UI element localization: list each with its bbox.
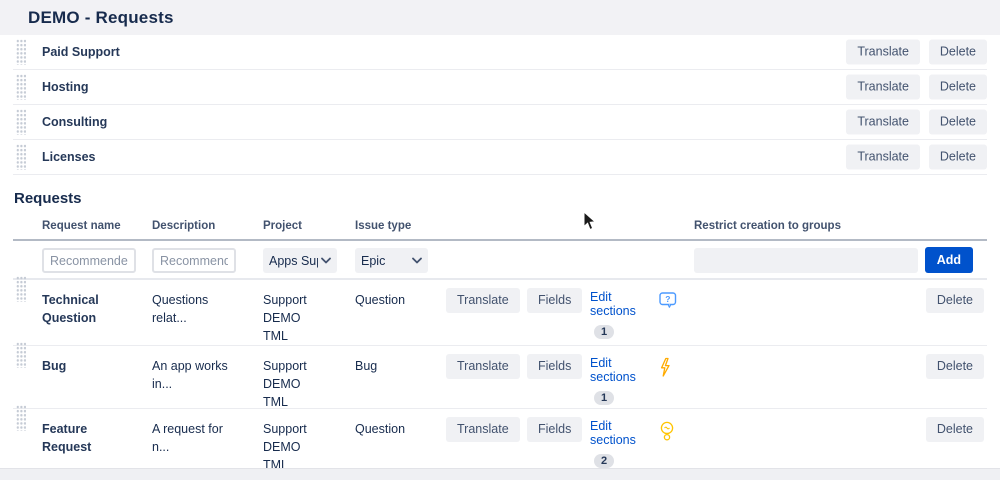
request-issue-type: Bug xyxy=(355,357,437,375)
drag-handle-icon[interactable] xyxy=(16,109,26,135)
translate-button[interactable]: Translate xyxy=(446,354,520,379)
request-row-bug: Bug An app works in... Support DEMO TML … xyxy=(13,346,987,409)
table-header-row: Request name Description Project Issue t… xyxy=(13,215,987,241)
project-select[interactable]: Apps Supp xyxy=(263,248,337,273)
request-description: Questions relat... xyxy=(152,291,232,327)
drag-handle-icon[interactable] xyxy=(16,144,26,170)
column-header-project: Project xyxy=(263,220,302,232)
translate-button[interactable]: Translate xyxy=(846,145,920,170)
request-project: Support DEMO TML xyxy=(263,357,327,411)
request-description: A request for n... xyxy=(152,420,232,456)
delete-button[interactable]: Delete xyxy=(929,75,987,100)
fields-button[interactable]: Fields xyxy=(527,417,582,442)
page-title: DEMO - Requests xyxy=(28,8,174,28)
section-row-paid-support: Paid Support Translate Delete xyxy=(13,35,987,70)
delete-button[interactable]: Delete xyxy=(929,40,987,65)
delete-button[interactable]: Delete xyxy=(926,354,984,379)
translate-button[interactable]: Translate xyxy=(846,40,920,65)
drag-handle-icon[interactable] xyxy=(16,74,26,100)
edit-sections-link[interactable]: Edit sections xyxy=(590,419,648,448)
footer-band xyxy=(0,468,1000,480)
translate-button[interactable]: Translate xyxy=(446,417,520,442)
request-project: Support DEMO TML xyxy=(263,420,327,474)
bolt-icon xyxy=(658,357,672,383)
column-header-issue-type: Issue type xyxy=(355,220,411,232)
column-header-description: Description xyxy=(152,220,215,232)
project-select-value: Apps Supp xyxy=(269,254,318,268)
sections-count-badge: 1 xyxy=(594,391,614,405)
delete-button[interactable]: Delete xyxy=(929,145,987,170)
delete-button[interactable]: Delete xyxy=(926,417,984,442)
request-name-input[interactable] xyxy=(42,248,136,273)
requests-table: Request name Description Project Issue t… xyxy=(13,215,987,473)
drag-handle-icon[interactable] xyxy=(16,39,26,65)
translate-button[interactable]: Translate xyxy=(846,110,920,135)
section-row-consulting: Consulting Translate Delete xyxy=(13,105,987,140)
restrict-groups-input[interactable] xyxy=(694,248,918,273)
edit-sections-link[interactable]: Edit sections xyxy=(590,290,648,319)
request-project: Support DEMO TML xyxy=(263,291,327,345)
drag-handle-icon[interactable] xyxy=(16,405,26,431)
drag-handle-icon[interactable] xyxy=(16,276,26,302)
translate-button[interactable]: Translate xyxy=(446,288,520,313)
section-name: Licenses xyxy=(42,150,96,164)
add-button[interactable]: Add xyxy=(925,247,973,273)
column-header-restrict-groups: Restrict creation to groups xyxy=(694,220,841,232)
sections-count-badge: 2 xyxy=(594,454,614,468)
description-input[interactable] xyxy=(152,248,236,273)
sections-list: Paid Support Translate Delete Hosting Tr… xyxy=(13,35,987,175)
translate-button[interactable]: Translate xyxy=(846,75,920,100)
request-name: Bug xyxy=(42,357,128,375)
section-row-licenses: Licenses Translate Delete xyxy=(13,140,987,175)
issue-type-select[interactable]: Epic xyxy=(355,248,428,273)
request-name: Technical Question xyxy=(42,291,128,327)
section-name: Paid Support xyxy=(42,45,120,59)
section-name: Hosting xyxy=(42,80,89,94)
chevron-down-icon xyxy=(321,257,331,264)
requests-heading: Requests xyxy=(14,190,987,207)
column-header-request-name: Request name xyxy=(42,220,121,232)
edit-sections-cell: Edit sections 1 xyxy=(590,290,648,340)
delete-button[interactable]: Delete xyxy=(926,288,984,313)
section-row-hosting: Hosting Translate Delete xyxy=(13,70,987,105)
lightbulb-icon xyxy=(658,420,676,448)
request-row-feature-request: Feature Request A request for n... Suppo… xyxy=(13,409,987,473)
add-request-row: Apps Supp Epic Add xyxy=(13,241,987,280)
drag-handle-icon[interactable] xyxy=(16,342,26,368)
fields-button[interactable]: Fields xyxy=(527,354,582,379)
section-name: Consulting xyxy=(42,115,107,129)
sections-count-badge: 1 xyxy=(594,325,614,339)
edit-sections-cell: Edit sections 1 xyxy=(590,356,648,406)
chevron-down-icon xyxy=(412,257,422,264)
request-row-technical-question: Technical Question Questions relat... Su… xyxy=(13,280,987,346)
fields-button[interactable]: Fields xyxy=(527,288,582,313)
request-issue-type: Question xyxy=(355,291,437,309)
edit-sections-link[interactable]: Edit sections xyxy=(590,356,648,385)
svg-text:?: ? xyxy=(665,294,670,304)
delete-button[interactable]: Delete xyxy=(929,110,987,135)
request-description: An app works in... xyxy=(152,357,232,393)
request-issue-type: Question xyxy=(355,420,437,438)
request-name: Feature Request xyxy=(42,420,128,456)
issue-type-select-value: Epic xyxy=(361,254,409,268)
question-bubble-icon: ? xyxy=(658,291,678,315)
page-header: DEMO - Requests xyxy=(0,0,1000,35)
edit-sections-cell: Edit sections 2 xyxy=(590,419,648,469)
